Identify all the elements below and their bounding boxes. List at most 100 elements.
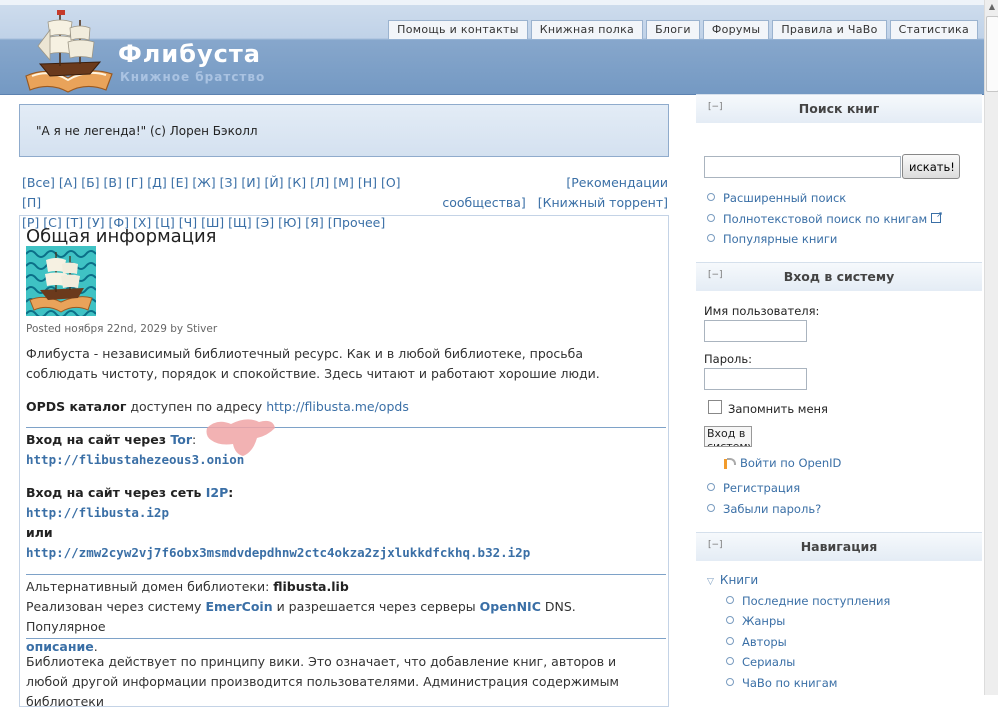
i2p-url-link[interactable]: http://flibusta.i2p (26, 505, 169, 520)
letter-link[interactable]: [М] (333, 175, 354, 190)
bullet-icon (726, 616, 734, 624)
article-box: Общая информация Posted ноября 22nd, 202… (19, 215, 669, 709)
letter-link[interactable]: [З] (220, 175, 238, 190)
bullet-icon (726, 596, 734, 604)
opds-link[interactable]: http://flibusta.me/opds (266, 399, 409, 414)
i2p-label: Вход на сайт через сеть (26, 485, 206, 500)
forgot-password-link[interactable]: Забыли пароль? (707, 502, 821, 516)
letter-link[interactable]: [Л] (310, 175, 329, 190)
letter-link[interactable]: [Ж] (192, 175, 215, 190)
popular-books-link[interactable]: Популярные книги (707, 232, 837, 246)
advanced-search-link[interactable]: Расширенный поиск (707, 191, 846, 205)
nav-authors[interactable]: Авторы (726, 635, 787, 649)
intro-paragraph: Флибуста - независимый библиотечный ресу… (26, 346, 600, 381)
author-avatar[interactable] (26, 246, 96, 316)
password-label: Пароль: (704, 352, 753, 366)
ship-book-logo-icon[interactable] (20, 6, 116, 94)
username-label: Имя пользователя: (704, 304, 820, 318)
letter-link[interactable]: [П] (22, 195, 41, 210)
username-field[interactable] (704, 320, 807, 342)
letter-link[interactable]: [Г] (126, 175, 143, 190)
letter-link[interactable]: [К] (288, 175, 307, 190)
remember-me-checkbox[interactable] (708, 400, 722, 414)
site-slogan: Книжное братство (120, 70, 266, 84)
alt-domain-paragraph: Альтернативный домен библиотеки: flibust… (26, 577, 656, 657)
i2p-paragraph: Вход на сайт через сеть I2P: http://flib… (26, 483, 656, 563)
letter-link[interactable]: [Б] (81, 175, 99, 190)
post-meta: Posted ноября 22nd, 2029 by Stiver (26, 323, 218, 335)
bullet-icon (726, 637, 734, 645)
nav-books-faq[interactable]: ЧаВо по книгам (726, 676, 837, 690)
i2p-colon: : (228, 485, 234, 500)
tor-paragraph: Вход на сайт через Tor: http://flibustah… (26, 430, 656, 470)
external-link-icon: ↗ (930, 211, 943, 223)
alphabet-line-1: [Все] [А] [Б] [В] [Г] [Д] [Е] [Ж] [З] [И… (22, 173, 422, 213)
header-top-line (0, 0, 984, 5)
navigation-collapse-toggle[interactable]: [−] (708, 531, 723, 559)
alt-text-1: Реализован через систему (26, 599, 206, 614)
register-link[interactable]: Регистрация (707, 481, 800, 495)
letter-link[interactable]: [А] (59, 175, 77, 190)
login-block-header: [−] Вход в систему (696, 262, 982, 291)
letter-link[interactable]: [В] (104, 175, 122, 190)
alt-text-2: и разрешается через серверы (272, 599, 480, 614)
quote-text: "А я не легенда!" (c) Лорен Бэколл (36, 124, 258, 138)
letter-link[interactable]: [Д] (147, 175, 167, 190)
opennic-link[interactable]: OpenNIC (480, 599, 541, 614)
tab-help-contacts[interactable]: Помощь и контакты (388, 20, 528, 39)
bullet-icon (707, 234, 715, 242)
tor-colon: : (191, 432, 197, 447)
nav-recent-books[interactable]: Последние поступления (726, 594, 890, 608)
book-torrent-link[interactable]: [Книжный торрент] (538, 195, 668, 210)
tab-bookshelf[interactable]: Книжная полка (530, 20, 644, 39)
nav-series[interactable]: Сериалы (726, 655, 795, 669)
pink-mark-annotation (206, 419, 275, 456)
tab-rules-faq[interactable]: Правила и ЧаВо (772, 20, 887, 39)
recommendations-link-part1[interactable]: [Рекомендации (566, 175, 668, 190)
scroll-up-arrow-icon[interactable]: ▲ (986, 0, 998, 14)
recommendations-link-part2[interactable]: сообщества] (442, 195, 525, 210)
tab-blogs[interactable]: Блоги (646, 20, 700, 39)
tab-forums[interactable]: Форумы (702, 20, 770, 39)
i2p-link[interactable]: I2P (206, 485, 229, 500)
tab-statistics[interactable]: Статистика (889, 20, 978, 39)
expand-triangle-icon: ▽ (707, 577, 714, 587)
openid-icon (722, 457, 736, 469)
alt-domain: flibusta.lib (273, 579, 349, 594)
bullet-icon (726, 678, 734, 686)
alphabet-extra-links: [Рекомендации сообщества] [Книжный торре… (428, 173, 668, 213)
login-collapse-toggle[interactable]: [−] (708, 261, 723, 289)
site-header: Флибуста Книжное братство Помощь и конта… (0, 0, 984, 95)
letter-link[interactable]: [Й] (264, 175, 283, 190)
search-button[interactable]: искать! (902, 154, 960, 179)
login-button[interactable]: Вход в систему (704, 426, 752, 447)
password-field[interactable] (704, 368, 807, 390)
openid-link[interactable]: Войти по OpenID (722, 456, 841, 470)
bullet-icon (707, 214, 715, 222)
nav-books[interactable]: ▽ Книги (707, 573, 758, 587)
letter-link[interactable]: [Все] (22, 175, 55, 190)
emercoin-link[interactable]: EmerCoin (205, 599, 272, 614)
tor-link[interactable]: Tor (170, 432, 192, 447)
quote-box: "А я не легенда!" (c) Лорен Бэколл (19, 104, 669, 157)
opds-text: доступен по адресу (126, 399, 267, 414)
nav-genres[interactable]: Жанры (726, 614, 785, 628)
search-input[interactable] (704, 156, 901, 178)
letter-link[interactable]: [И] (241, 175, 260, 190)
navigation-block-header: [−] Навигация (696, 532, 982, 561)
alt-domain-label: Альтернативный домен библиотеки: (26, 579, 274, 594)
fulltext-search-link[interactable]: Полнотекстовой поиск по книгам ↗ (707, 211, 943, 226)
opds-paragraph: OPDS каталог доступен по адресу http://f… (26, 397, 656, 417)
letter-link[interactable]: [Е] (171, 175, 189, 190)
bullet-icon (707, 193, 715, 201)
site-name[interactable]: Флибуста (118, 40, 261, 68)
letter-link[interactable]: [Н] (358, 175, 377, 190)
b32-i2p-link[interactable]: http://zmw2cyw2vj7f6obx3msmdvdepdhnw2ctc… (26, 545, 530, 560)
page-scrollbar[interactable]: ▲ (984, 0, 998, 695)
top-tabs: Помощь и контакты Книжная полка Блоги Фо… (388, 20, 978, 39)
letter-link[interactable]: [О] (381, 175, 401, 190)
navigation-block-title: Навигация (800, 539, 878, 554)
remember-me-label[interactable]: Запомнить меня (728, 402, 828, 416)
search-collapse-toggle[interactable]: [−] (708, 93, 723, 121)
scrollbar-thumb[interactable] (986, 16, 998, 92)
